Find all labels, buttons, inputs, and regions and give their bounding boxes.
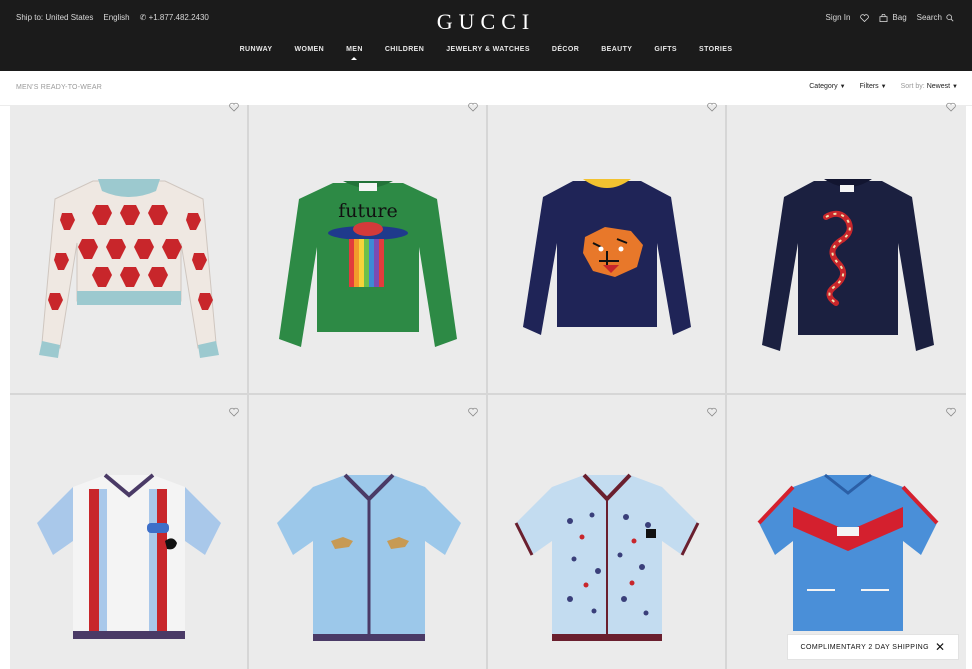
nav-men[interactable]: MEN <box>335 46 374 60</box>
close-icon[interactable]: ✕ <box>935 641 945 653</box>
wishlist-heart-icon[interactable] <box>229 102 239 112</box>
product-grid: future <box>10 102 966 669</box>
category-label: Category <box>809 83 838 90</box>
bag-link[interactable]: Bag <box>879 13 907 22</box>
top-header: Ship to: United States English ✆ +1.877.… <box>0 0 972 71</box>
wishlist-icon[interactable] <box>860 13 870 22</box>
sort-value: Newest <box>926 83 951 90</box>
sweater-tiger-icon <box>523 179 691 335</box>
chevron-down-icon: ▼ <box>880 84 887 90</box>
future-print-text: future <box>338 200 397 222</box>
shirt-patches-icon <box>514 473 700 641</box>
product-card[interactable]: future <box>249 102 486 393</box>
sweater-future-ufo-icon: future <box>279 181 457 347</box>
product-card[interactable] <box>488 395 725 669</box>
sort-label: Sort by: <box>900 83 925 90</box>
chevron-down-icon: ▼ <box>952 84 958 90</box>
wishlist-heart-icon[interactable] <box>468 407 478 417</box>
search-label: Search <box>916 13 942 22</box>
wishlist-heart-icon[interactable] <box>229 407 239 417</box>
category-dropdown[interactable]: Category ▼ <box>809 83 845 90</box>
utility-right: Sign In Bag Search <box>826 13 955 22</box>
product-card[interactable] <box>488 102 725 393</box>
product-card[interactable] <box>727 102 966 393</box>
product-card[interactable] <box>727 395 966 669</box>
nav-jewelry-watches[interactable]: JEWELRY & WATCHES <box>435 46 541 53</box>
shipping-banner[interactable]: COMPLIMENTARY 2 DAY SHIPPING ✕ <box>787 634 959 660</box>
product-card[interactable] <box>10 395 247 669</box>
chevron-down-icon: ▼ <box>839 84 846 90</box>
wishlist-heart-icon[interactable] <box>707 102 717 112</box>
nav-gifts[interactable]: GIFTS <box>643 46 688 53</box>
shipping-banner-text: COMPLIMENTARY 2 DAY SHIPPING <box>800 643 929 651</box>
listing-toolbar: MEN'S READY-TO-WEAR Category ▼ Filters ▼ S… <box>0 71 972 106</box>
nav-children[interactable]: CHILDREN <box>374 46 435 53</box>
filters-label: Filters <box>859 83 879 90</box>
nav-decor[interactable]: DÉCOR <box>541 46 590 53</box>
filter-controls: Category ▼ Filters ▼ Sort by: Newest ▼ <box>809 83 958 90</box>
shirt-striped-icon <box>37 473 221 639</box>
wishlist-heart-icon[interactable] <box>707 407 717 417</box>
product-card[interactable] <box>249 395 486 669</box>
product-card[interactable] <box>10 102 247 393</box>
sign-in-link[interactable]: Sign In <box>826 13 851 22</box>
sweater-snake-icon <box>762 179 934 351</box>
sort-dropdown[interactable]: Sort by: Newest ▼ <box>901 83 958 90</box>
nav-beauty[interactable]: BEAUTY <box>590 46 643 53</box>
sweater-wolf-pattern-icon <box>39 179 219 358</box>
breadcrumb[interactable]: MEN'S READY-TO-WEAR <box>16 84 102 91</box>
wishlist-heart-icon[interactable] <box>946 407 956 417</box>
search-icon <box>946 13 954 22</box>
bag-icon <box>879 13 888 22</box>
shirt-chevron-icon <box>757 473 939 631</box>
main-nav: RUNWAY WOMEN MEN CHILDREN JEWELRY & WATC… <box>0 46 972 60</box>
nav-runway[interactable]: RUNWAY <box>229 46 284 53</box>
filters-dropdown[interactable]: Filters ▼ <box>860 83 887 90</box>
wishlist-heart-icon[interactable] <box>468 102 478 112</box>
nav-stories[interactable]: STORIES <box>688 46 743 53</box>
wishlist-heart-icon[interactable] <box>946 102 956 112</box>
shirt-flying-pig-icon <box>277 473 461 641</box>
search-link[interactable]: Search <box>917 13 954 22</box>
bag-label: Bag <box>892 13 907 22</box>
nav-women[interactable]: WOMEN <box>283 46 335 53</box>
